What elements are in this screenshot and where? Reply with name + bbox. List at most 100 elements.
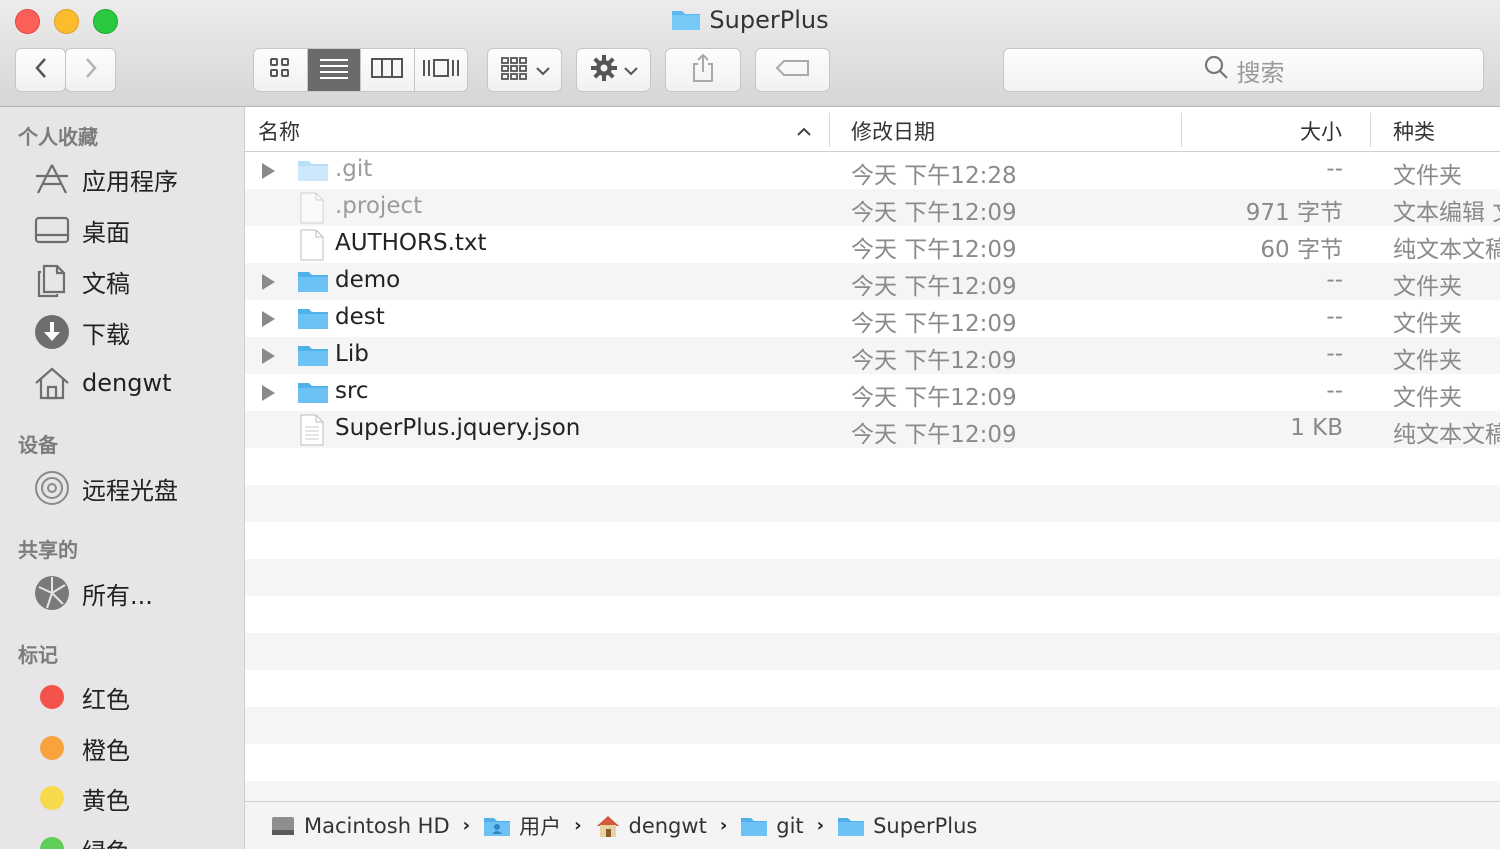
path-item-dengwt[interactable]: dengwt [595, 814, 707, 838]
gallery-view-button[interactable] [415, 49, 468, 91]
window-title: SuperPlus [0, 6, 1500, 37]
search-field[interactable]: 搜索 [1003, 48, 1484, 92]
desktop-icon [33, 211, 71, 249]
cover-flow-icon [422, 57, 460, 83]
arrange-button[interactable] [487, 48, 562, 92]
folder-icon [297, 342, 329, 374]
path-item-git[interactable]: git [740, 814, 804, 838]
shared-section-title: 共享的 [18, 538, 78, 562]
edit-tags-button[interactable] [755, 48, 830, 92]
table-row[interactable]: Lib 今天 下午12:09 -- 文件夹 [245, 337, 1500, 374]
text-file-icon [300, 229, 324, 267]
window-title-text: SuperPlus [709, 6, 829, 34]
column-view-button[interactable] [361, 49, 415, 91]
path-item-superplus[interactable]: SuperPlus [837, 814, 977, 838]
disclosure-triangle-icon[interactable] [262, 163, 275, 179]
sidebar-item-all-shared[interactable]: 所有... [33, 571, 153, 615]
back-button[interactable] [15, 48, 66, 92]
table-row[interactable]: demo 今天 下午12:09 -- 文件夹 [245, 263, 1500, 300]
sidebar-item-home[interactable]: dengwt [33, 361, 171, 405]
folder-icon [297, 157, 329, 189]
column-header-kind[interactable]: 种类 [1393, 116, 1435, 146]
folder-icon [837, 815, 865, 837]
file-kind: 文件夹 [1393, 274, 1462, 300]
forward-button[interactable] [65, 48, 116, 92]
home-icon [33, 364, 71, 402]
file-rows: .git 今天 下午12:28 -- 文件夹 .project 今天 下午12:… [245, 152, 1500, 801]
disc-icon [33, 469, 71, 507]
users-folder-icon [483, 815, 511, 837]
table-row[interactable]: .git 今天 下午12:28 -- 文件夹 [245, 152, 1500, 189]
sidebar-tag-red[interactable]: 红色 [33, 675, 130, 719]
sidebar-item-documents[interactable]: 文稿 [33, 259, 130, 303]
file-date: 今天 下午12:09 [851, 311, 1017, 337]
hard-drive-icon [270, 814, 296, 838]
file-size: -- [1326, 341, 1343, 367]
sidebar-item-remote-disc[interactable]: 远程光盘 [33, 466, 178, 510]
table-row[interactable]: .project 今天 下午12:09 971 字节 文本编辑 文稿 [245, 189, 1500, 226]
path-bar: Macintosh HD › 用户 › dengwt › git › Super… [245, 801, 1500, 849]
chevron-down-icon [535, 61, 550, 80]
sidebar-tag-yellow[interactable]: 黄色 [33, 776, 130, 820]
chevron-right-icon: › [462, 815, 471, 836]
path-item-macintosh-hd[interactable]: Macintosh HD [270, 814, 450, 838]
table-row[interactable]: AUTHORS.txt 今天 下午12:09 60 字节 纯文本文稿 [245, 226, 1500, 263]
file-list: 名称 修改日期 大小 种类 .git 今天 下午12:28 -- 文件夹 .pr… [245, 107, 1500, 801]
empty-row [245, 596, 1500, 633]
tags-section-title: 标记 [18, 643, 58, 667]
sidebar-tag-orange[interactable]: 橙色 [33, 726, 130, 770]
sidebar-item-downloads[interactable]: 下载 [33, 310, 130, 354]
sidebar-item-desktop[interactable]: 桌面 [33, 208, 130, 252]
file-kind: 文件夹 [1393, 163, 1462, 189]
file-name: Lib [335, 341, 369, 367]
file-date: 今天 下午12:09 [851, 200, 1017, 226]
list-view-button[interactable] [307, 49, 361, 91]
file-kind: 文件夹 [1393, 385, 1462, 411]
home-icon [595, 814, 621, 838]
action-menu-button[interactable] [576, 48, 651, 92]
devices-section-title: 设备 [18, 433, 58, 457]
table-row[interactable]: SuperPlus.jquery.json 今天 下午12:09 1 KB 纯文… [245, 411, 1500, 448]
column-header-date[interactable]: 修改日期 [851, 116, 935, 146]
column-divider[interactable] [1181, 113, 1182, 147]
table-row[interactable]: dest 今天 下午12:09 -- 文件夹 [245, 300, 1500, 337]
grid-icon [269, 57, 291, 83]
share-button[interactable] [665, 48, 741, 92]
empty-row [245, 707, 1500, 744]
orange-tag-dot [40, 736, 64, 760]
path-item-users[interactable]: 用户 [483, 811, 561, 841]
file-size: -- [1326, 304, 1343, 330]
favorites-section-title: 个人收藏 [18, 125, 98, 149]
file-name: .project [335, 193, 423, 219]
empty-row [245, 744, 1500, 781]
sidebar-tag-green[interactable]: 绿色 [33, 827, 130, 849]
column-header-size[interactable]: 大小 [1300, 116, 1342, 146]
column-divider[interactable] [1370, 113, 1371, 147]
disclosure-triangle-icon[interactable] [262, 311, 275, 327]
file-size: 60 字节 [1260, 237, 1343, 263]
folder-icon [297, 379, 329, 411]
disclosure-triangle-icon[interactable] [262, 348, 275, 364]
icon-view-button[interactable] [254, 49, 308, 91]
file-date: 今天 下午12:09 [851, 385, 1017, 411]
column-header-name[interactable]: 名称 [258, 116, 300, 146]
file-date: 今天 下午12:09 [851, 422, 1017, 448]
empty-row [245, 522, 1500, 559]
column-divider[interactable] [829, 113, 830, 147]
table-row[interactable]: src 今天 下午12:09 -- 文件夹 [245, 374, 1500, 411]
sidebar-item-applications[interactable]: 应用程序 [33, 157, 178, 201]
search-icon [1203, 54, 1237, 86]
folder-icon [671, 7, 701, 37]
green-tag-dot [40, 837, 64, 849]
disclosure-triangle-icon[interactable] [262, 385, 275, 401]
chevron-right-icon: › [574, 815, 582, 836]
column-header: 名称 修改日期 大小 种类 [245, 107, 1500, 152]
file-name: AUTHORS.txt [335, 230, 487, 256]
folder-icon [297, 305, 329, 337]
file-name: src [335, 378, 369, 404]
file-name: SuperPlus.jquery.json [335, 415, 581, 441]
disclosure-triangle-icon[interactable] [262, 274, 275, 290]
empty-row [245, 670, 1500, 707]
red-tag-dot [40, 685, 64, 709]
list-icon [319, 57, 349, 83]
